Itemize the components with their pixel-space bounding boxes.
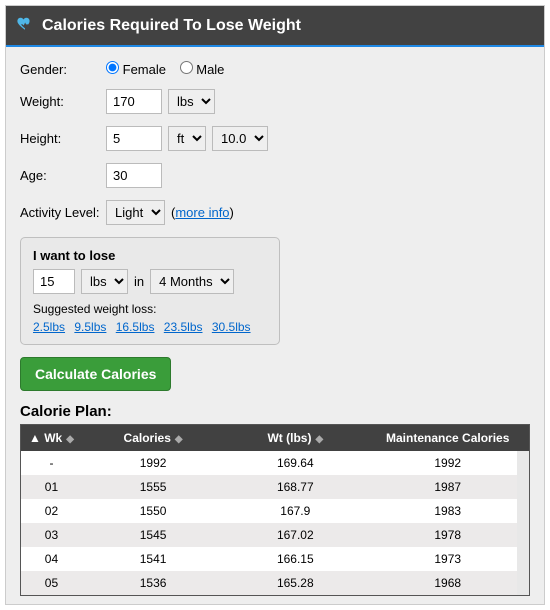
- table-cell: 167.9: [224, 499, 366, 523]
- row-gender: Gender: Female Male: [20, 61, 530, 77]
- col-calories[interactable]: Calories◆: [82, 425, 224, 451]
- table-cell: 1992: [366, 451, 529, 475]
- age-input[interactable]: [106, 163, 162, 188]
- goal-in-word: in: [134, 274, 144, 289]
- height-ft-input[interactable]: [106, 126, 162, 151]
- table-row: 021550167.91983: [21, 499, 529, 523]
- table-cell: 01: [21, 475, 82, 499]
- table-cell: 1973: [366, 547, 529, 571]
- table-cell: 1978: [366, 523, 529, 547]
- title-bar: Calories Required To Lose Weight: [6, 6, 544, 45]
- weight-unit-select[interactable]: lbs: [168, 89, 215, 114]
- form-body: Gender: Female Male Weight: lbs Height: …: [6, 47, 544, 604]
- gender-male-radio[interactable]: [180, 61, 193, 74]
- table-row: 051536165.281968: [21, 571, 529, 595]
- table-cell: 1987: [366, 475, 529, 499]
- table-cell: 169.64: [224, 451, 366, 475]
- table-cell: 1992: [82, 451, 224, 475]
- plan-title: Calorie Plan:: [20, 403, 530, 420]
- table-cell: 05: [21, 571, 82, 595]
- row-height: Height: ft 10.0: [20, 126, 530, 151]
- title-text: Calories Required To Lose Weight: [42, 17, 301, 35]
- scroll-up-arrow[interactable]: ▲: [517, 451, 529, 463]
- row-weight: Weight: lbs: [20, 89, 530, 114]
- plan-table: ▲ Wk◆ Calories◆ Wt (lbs)◆ Maintenance Ca…: [20, 424, 530, 596]
- table-cell: 167.02: [224, 523, 366, 547]
- table-cell: 1968: [366, 571, 529, 595]
- suggested-link[interactable]: 23.5lbs: [164, 320, 203, 334]
- table-cell: 1541: [82, 547, 224, 571]
- suggested-links: 2.5lbs 9.5lbs 16.5lbs 23.5lbs 30.5lbs: [33, 320, 267, 334]
- activity-label: Activity Level:: [20, 205, 100, 220]
- goal-box: I want to lose lbs in 4 Months Suggested…: [20, 237, 280, 345]
- scroll-down-arrow[interactable]: ▼: [517, 583, 529, 595]
- activity-select[interactable]: Light: [106, 200, 165, 225]
- table-cell: 165.28: [224, 571, 366, 595]
- calculate-button[interactable]: Calculate Calories: [20, 357, 171, 391]
- table-cell: 04: [21, 547, 82, 571]
- suggested-link[interactable]: 30.5lbs: [212, 320, 251, 334]
- table-cell: 1550: [82, 499, 224, 523]
- table-cell: 02: [21, 499, 82, 523]
- goal-unit-select[interactable]: lbs: [81, 269, 128, 294]
- suggested-link[interactable]: 9.5lbs: [74, 320, 106, 334]
- weight-input[interactable]: [106, 89, 162, 114]
- height-label: Height:: [20, 131, 100, 146]
- gender-male-option[interactable]: Male: [180, 62, 225, 77]
- gender-radio-group: Female Male: [106, 61, 234, 77]
- more-info-link[interactable]: more info: [175, 205, 229, 220]
- table-cell: 1555: [82, 475, 224, 499]
- heart-pulse-icon: [16, 14, 34, 37]
- gender-female-radio[interactable]: [106, 61, 119, 74]
- suggested-label: Suggested weight loss:: [33, 302, 267, 316]
- table-cell: 166.15: [224, 547, 366, 571]
- scroll-thumb[interactable]: [517, 463, 529, 523]
- table-cell: 03: [21, 523, 82, 547]
- goal-heading: I want to lose: [33, 248, 267, 263]
- height-in-select[interactable]: 10.0: [212, 126, 268, 151]
- table-cell: -: [21, 451, 82, 475]
- gender-label: Gender:: [20, 62, 100, 77]
- suggested-link[interactable]: 2.5lbs: [33, 320, 65, 334]
- more-info-wrap: (more info): [171, 205, 234, 220]
- table-row: 011555168.771987: [21, 475, 529, 499]
- row-age: Age:: [20, 163, 530, 188]
- goal-controls: lbs in 4 Months: [33, 269, 267, 294]
- table-cell: 1536: [82, 571, 224, 595]
- height-ft-unit-select[interactable]: ft: [168, 126, 206, 151]
- table-row: 041541166.151973: [21, 547, 529, 571]
- suggested-link[interactable]: 16.5lbs: [116, 320, 155, 334]
- weight-label: Weight:: [20, 94, 100, 109]
- table-scroll-area: -1992169.641992011555168.771987021550167…: [21, 451, 529, 595]
- panel: Calories Required To Lose Weight Gender:…: [5, 5, 545, 605]
- table-cell: 1545: [82, 523, 224, 547]
- table-cell: 1983: [366, 499, 529, 523]
- table-row: 031545167.021978: [21, 523, 529, 547]
- table-header-row: ▲ Wk◆ Calories◆ Wt (lbs)◆ Maintenance Ca…: [21, 425, 529, 451]
- row-activity: Activity Level: Light (more info): [20, 200, 530, 225]
- col-maint[interactable]: Maintenance Calories: [366, 425, 529, 451]
- col-wk[interactable]: ▲ Wk◆: [21, 425, 82, 451]
- gender-female-option[interactable]: Female: [106, 62, 166, 77]
- col-wt[interactable]: Wt (lbs)◆: [224, 425, 366, 451]
- table-cell: 168.77: [224, 475, 366, 499]
- age-label: Age:: [20, 168, 100, 183]
- goal-duration-select[interactable]: 4 Months: [150, 269, 234, 294]
- goal-amount-input[interactable]: [33, 269, 75, 294]
- table-row: -1992169.641992: [21, 451, 529, 475]
